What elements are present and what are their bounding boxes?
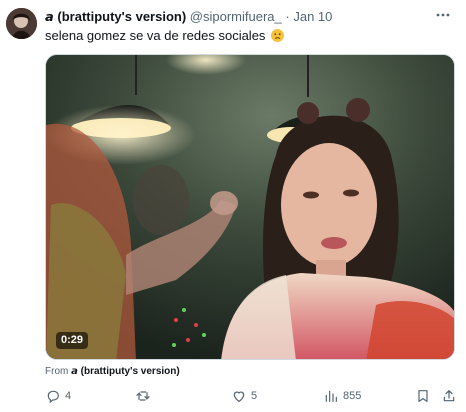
reply-count: 4 bbox=[65, 390, 72, 402]
bookmark-button[interactable] bbox=[415, 387, 431, 405]
views-button[interactable]: 855 bbox=[323, 387, 361, 405]
reply-icon bbox=[47, 390, 59, 404]
tweet-header: 𝙖 (brattiputy's version) @sipormifuera_ … bbox=[45, 8, 446, 26]
like-button[interactable]: 5 bbox=[231, 387, 257, 405]
sad-face-emoji-icon bbox=[271, 29, 285, 42]
tweet-card[interactable]: 𝙖 (brattiputy's version) @sipormifuera_ … bbox=[0, 0, 466, 412]
tweet-text: selena gomez se va de redes sociales bbox=[45, 27, 285, 45]
video-thumbnail bbox=[46, 55, 454, 359]
video-duration: 0:29 bbox=[56, 332, 89, 349]
tweet-text-part: selena gomez bbox=[45, 28, 130, 43]
more-icon bbox=[436, 13, 450, 17]
author-name[interactable]: 𝙖 (brattiputy's version) bbox=[45, 9, 186, 24]
views-count: 855 bbox=[343, 390, 362, 402]
tweet-text-part: se va de bbox=[129, 28, 179, 43]
like-count: 5 bbox=[251, 390, 258, 402]
share-icon bbox=[443, 390, 455, 402]
avatar[interactable] bbox=[6, 8, 37, 39]
tweet-actions: 4 5 855 bbox=[45, 387, 460, 405]
tweet-date[interactable]: Jan 10 bbox=[293, 9, 332, 24]
heart-icon bbox=[233, 391, 245, 403]
share-button[interactable] bbox=[441, 387, 457, 405]
bookmark-icon bbox=[418, 390, 428, 402]
author-handle[interactable]: @sipormifuera_ bbox=[190, 9, 282, 24]
separator-dot: · bbox=[285, 9, 290, 24]
from-label: From bbox=[45, 366, 69, 377]
retweet-button[interactable] bbox=[135, 387, 155, 405]
views-icon bbox=[325, 390, 337, 402]
video-source: From 𝙖 (brattiputy's version) bbox=[45, 366, 180, 378]
tweet-text-part: redes sociales bbox=[178, 28, 266, 43]
more-options-button[interactable] bbox=[434, 6, 452, 24]
retweet-icon bbox=[136, 391, 150, 401]
reply-button[interactable]: 4 bbox=[45, 387, 71, 405]
from-author-link[interactable]: 𝙖 (brattiputy's version) bbox=[71, 366, 180, 377]
video-player[interactable]: 0:29 bbox=[45, 54, 455, 360]
